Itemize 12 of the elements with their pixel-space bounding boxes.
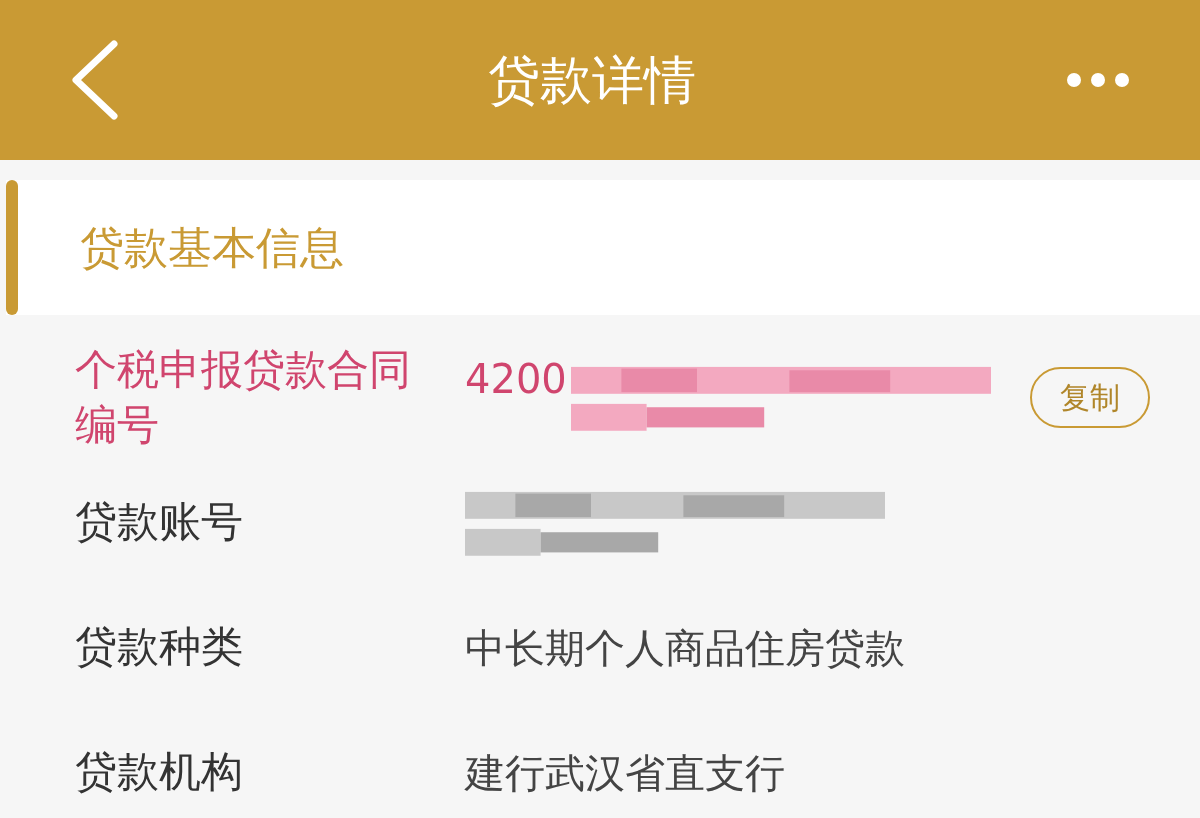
field-label: 贷款账号 (75, 496, 244, 549)
field-label: 贷款种类 (75, 621, 244, 674)
field-value: 4200 (465, 354, 567, 404)
field-label: 个税申报贷款合同编号 (75, 343, 412, 451)
section-title: 贷款基本信息 (80, 220, 344, 275)
field-value: 建行武汉省直支行 (465, 748, 785, 798)
field-label: 贷款机构 (75, 746, 244, 799)
back-icon[interactable] (70, 40, 118, 120)
copy-button[interactable]: 复制 (1030, 367, 1150, 428)
field-value: 中长期个人商品住房贷款 (465, 623, 905, 673)
page-title: 贷款详情 (488, 49, 696, 112)
more-icon[interactable] (1066, 72, 1130, 88)
